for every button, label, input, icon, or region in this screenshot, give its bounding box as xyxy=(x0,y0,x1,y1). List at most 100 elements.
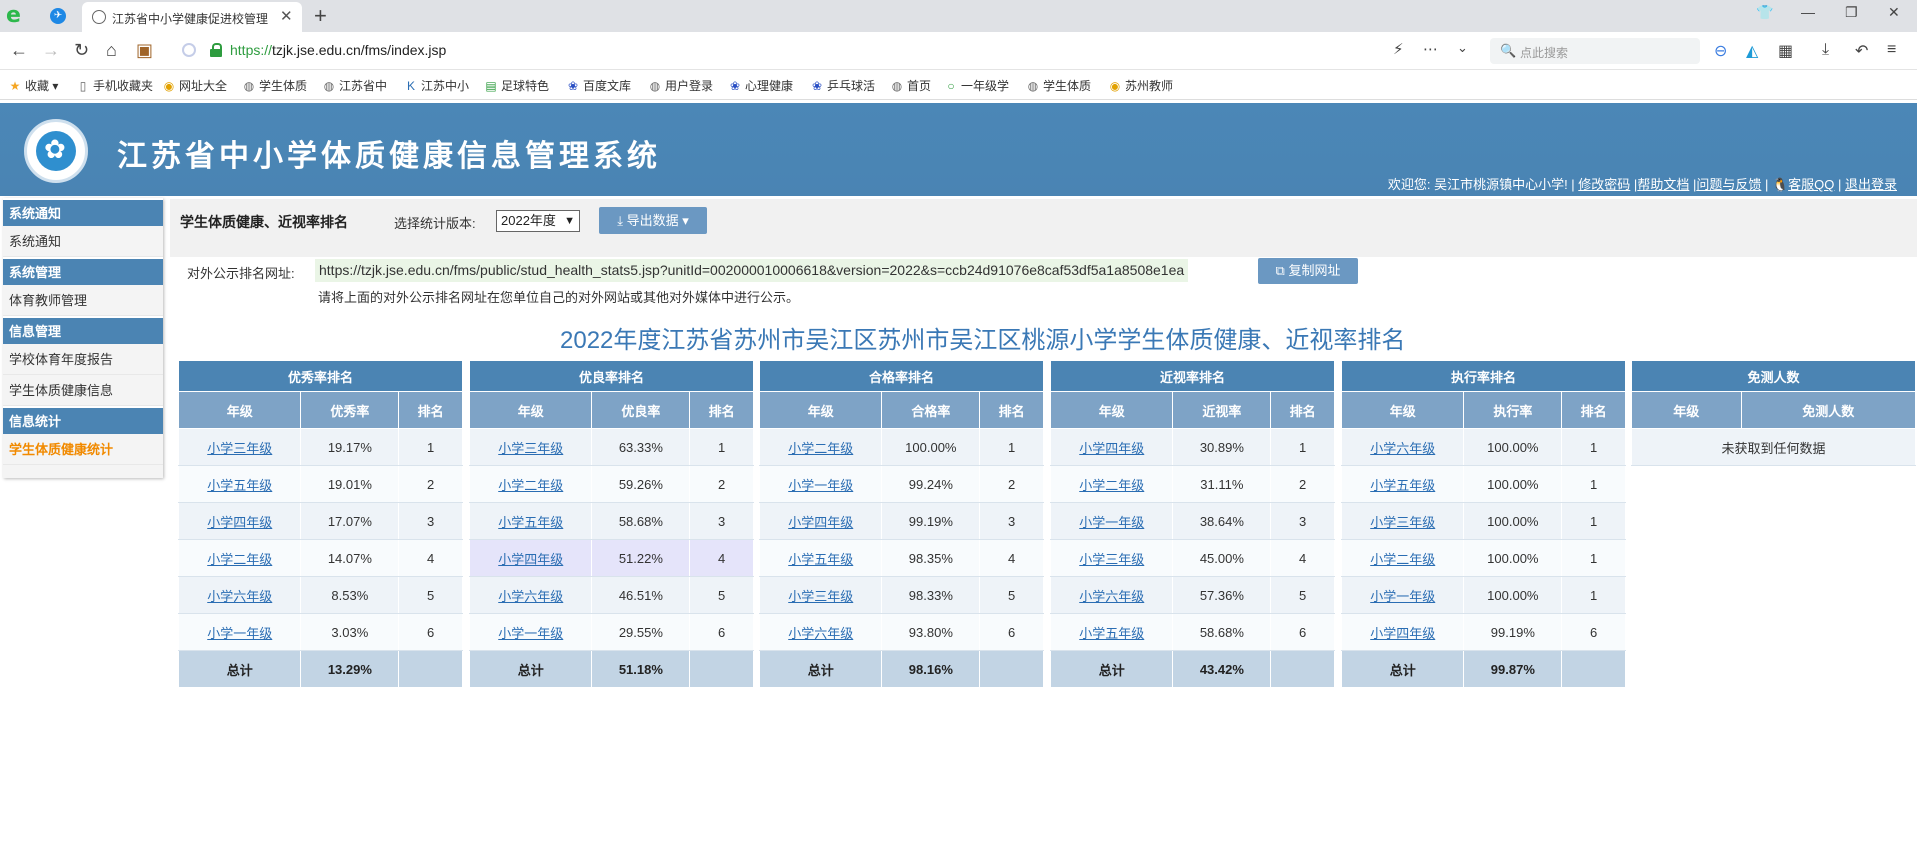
minimize-icon[interactable]: — xyxy=(1801,4,1815,20)
bookmark-item[interactable]: ◍ 学生体质 xyxy=(1026,77,1091,94)
grade-link[interactable]: 小学五年级 xyxy=(1079,626,1144,641)
menu-icon[interactable]: ≡ xyxy=(1887,41,1896,59)
grade-link[interactable]: 小学六年级 xyxy=(788,626,853,641)
more-icon[interactable]: ⋯ xyxy=(1423,40,1438,58)
help-docs-link[interactable]: 帮助文档 xyxy=(1637,177,1689,192)
extension-icon[interactable]: ◭ xyxy=(1746,41,1758,61)
grade-link[interactable]: 小学二年级 xyxy=(788,441,853,456)
grade-link[interactable]: 小学六年级 xyxy=(1079,589,1144,604)
nav-item-annual-report[interactable]: 学校体育年度报告 xyxy=(3,344,163,375)
grade-link[interactable]: 小学二年级 xyxy=(498,478,563,493)
rank-cell: 5 xyxy=(689,576,754,614)
grade-cell: 小学三年级 xyxy=(177,428,302,466)
grade-link[interactable]: 小学四年级 xyxy=(498,552,563,567)
grade-link[interactable]: 小学四年级 xyxy=(207,515,272,530)
grade-link[interactable]: 小学四年级 xyxy=(1370,626,1435,641)
total-rate: 51.18% xyxy=(591,650,691,688)
grade-link[interactable]: 小学五年级 xyxy=(788,552,853,567)
grade-link[interactable]: 小学五年级 xyxy=(1370,478,1435,493)
browser-search-input[interactable]: 🔍 点此搜索 xyxy=(1490,38,1700,64)
grade-link[interactable]: 小学三年级 xyxy=(498,441,563,456)
grade-link[interactable]: 小学一年级 xyxy=(207,626,272,641)
nav-item-health-stats[interactable]: 学生体质健康统计 xyxy=(3,434,163,465)
grade-cell: 小学六年级 xyxy=(177,576,302,614)
window-close-icon[interactable]: ✕ xyxy=(1888,4,1900,21)
grade-cell: 小学二年级 xyxy=(758,428,883,466)
bookmark-favorites[interactable]: ★ 收藏 ▾ xyxy=(8,77,59,94)
grade-link[interactable]: 小学五年级 xyxy=(207,478,272,493)
total-rate: 99.87% xyxy=(1463,650,1563,688)
report-title: 2022年度江苏省苏州市吴江区苏州市吴江区桃源小学学生体质健康、近视率排名 xyxy=(560,327,1406,354)
bookmark-item[interactable]: ◍ 学生体质 xyxy=(242,77,307,94)
grade-link[interactable]: 小学二年级 xyxy=(1370,552,1435,567)
grade-link[interactable]: 小学三年级 xyxy=(788,589,853,604)
grade-link[interactable]: 小学一年级 xyxy=(788,478,853,493)
bookmark-item[interactable]: ◍ 首页 xyxy=(890,77,931,94)
pinned-tab-icon[interactable]: ✈ xyxy=(50,8,66,24)
briefcase-icon[interactable]: ▣ xyxy=(136,40,153,61)
grade-link[interactable]: 小学六年级 xyxy=(207,589,272,604)
grade-link[interactable]: 小学五年级 xyxy=(498,515,563,530)
grade-link[interactable]: 小学一年级 xyxy=(1079,515,1144,530)
copy-url-button[interactable]: ⧉ 复制网址 xyxy=(1258,258,1358,284)
total-rate: 13.29% xyxy=(300,650,400,688)
back-icon[interactable]: ← xyxy=(10,40,28,61)
grade-link[interactable]: 小学三年级 xyxy=(1370,515,1435,530)
bookmark-item[interactable]: ◉ 苏州教师 xyxy=(1108,77,1173,94)
export-data-button[interactable]: ⤓ 导出数据 ▾ xyxy=(599,207,707,234)
version-select[interactable]: 2022年度 ▼ xyxy=(496,210,580,232)
grade-link[interactable]: 小学四年级 xyxy=(1079,441,1144,456)
url-bar[interactable]: https://tzjk.jse.edu.cn/fms/index.jsp xyxy=(170,38,1460,64)
bookmark-item[interactable]: ❀ 乒乓球活 xyxy=(810,77,875,94)
bookmark-item[interactable]: ▯ 手机收藏夹 xyxy=(76,77,153,94)
restore-icon[interactable]: ❐ xyxy=(1845,4,1858,21)
bookmark-item[interactable]: ▤ 足球特色 xyxy=(484,77,549,94)
bookmark-item[interactable]: ◍ 江苏省中 xyxy=(322,77,387,94)
grade-cell: 小学二年级 xyxy=(1340,539,1465,577)
forward-icon[interactable]: → xyxy=(42,40,60,61)
chevron-down-icon[interactable]: ⌄ xyxy=(1457,40,1468,56)
close-tab-icon[interactable]: ✕ xyxy=(280,7,293,25)
bookmark-item[interactable]: ❀ 百度文库 xyxy=(566,77,631,94)
nav-item-teachers[interactable]: 体育教师管理 xyxy=(3,285,163,316)
feedback-link[interactable]: 问题与反馈 xyxy=(1696,177,1761,192)
grade-link[interactable]: 小学二年级 xyxy=(207,552,272,567)
grade-link[interactable]: 小学三年级 xyxy=(207,441,272,456)
rate-cell: 99.19% xyxy=(1463,613,1563,651)
browser-tab[interactable]: 江苏省中小学健康促进校管理 ✕ xyxy=(82,2,302,32)
grade-link[interactable]: 小学六年级 xyxy=(1370,441,1435,456)
rank-cell: 3 xyxy=(979,502,1044,540)
bookmark-item[interactable]: ◉ 网址大全 xyxy=(162,77,227,94)
nav-item-notice[interactable]: 系统通知 xyxy=(3,226,163,257)
reload-icon[interactable]: ↻ xyxy=(74,40,89,61)
lightning-icon[interactable]: ⚡ xyxy=(1393,40,1404,58)
total-rank xyxy=(1561,650,1626,688)
rate-cell: 58.68% xyxy=(591,502,691,540)
bookmark-item[interactable]: ◍ 用户登录 xyxy=(648,77,713,94)
bookmark-item[interactable]: ○ 一年级学 xyxy=(944,77,1009,94)
grade-link[interactable]: 小学一年级 xyxy=(498,626,563,641)
new-tab-icon[interactable]: + xyxy=(314,3,327,29)
undo-icon[interactable]: ↶ xyxy=(1855,41,1868,61)
browser-logo-icon[interactable]: e xyxy=(6,4,30,28)
grade-link[interactable]: 小学三年级 xyxy=(1079,552,1144,567)
tab-title: 江苏省中小学健康促进校管理 xyxy=(112,12,269,26)
support-qq-link[interactable]: 客服QQ xyxy=(1788,177,1834,192)
public-url-field[interactable]: https://tzjk.jse.edu.cn/fms/public/stud_… xyxy=(315,259,1189,282)
change-password-link[interactable]: 修改密码 xyxy=(1578,177,1630,192)
bookmark-item[interactable]: ❀ 心理健康 xyxy=(728,77,793,94)
translate-icon[interactable]: ⊖ xyxy=(1714,41,1727,61)
apps-grid-icon[interactable]: ▦ xyxy=(1778,41,1793,61)
logout-link[interactable]: 退出登录 xyxy=(1845,177,1897,192)
bookmark-item[interactable]: K 江苏中小 xyxy=(404,77,469,94)
grade-link[interactable]: 小学六年级 xyxy=(498,589,563,604)
download-icon[interactable]: ⤓ xyxy=(1822,41,1829,59)
grade-link[interactable]: 小学四年级 xyxy=(788,515,853,530)
shirt-icon[interactable]: 👕 xyxy=(1756,4,1773,21)
table-row: 小学五年级 98.35% 4 xyxy=(758,539,1044,577)
grade-link[interactable]: 小学二年级 xyxy=(1079,478,1144,493)
grade-link[interactable]: 小学一年级 xyxy=(1370,589,1435,604)
home-icon[interactable]: ⌂ xyxy=(106,40,117,61)
nav-item-health-info[interactable]: 学生体质健康信息 xyxy=(3,375,163,406)
total-row: 总计 43.42% xyxy=(1049,650,1335,688)
